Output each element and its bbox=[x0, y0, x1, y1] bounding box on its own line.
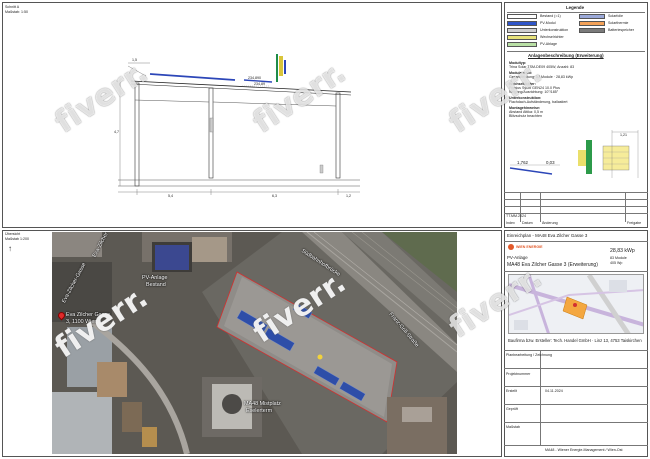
revision-code: TT.MM.2024 bbox=[506, 214, 526, 218]
map-label-pv-existing-2: Bestand bbox=[146, 282, 166, 288]
plan-info-3: Erstellt bbox=[506, 389, 517, 393]
detail-dim-a: 1,762 bbox=[517, 160, 528, 165]
aerial-map-drawing bbox=[52, 232, 457, 454]
title-block-header: Einreichplan - MA48 Eva Zilcher Gasse 3 bbox=[507, 233, 588, 238]
plan-info-4: Geprüft bbox=[506, 407, 518, 411]
plan-date: 04.11.2024 bbox=[545, 389, 563, 393]
installer-info: Baufirma bzw. Ersteller: Tech. Handel Gm… bbox=[508, 338, 642, 343]
overview-scale: Maßstab 1:200 bbox=[5, 237, 29, 241]
company-logo-icon bbox=[508, 244, 514, 250]
project-power: 28,83 kWp bbox=[610, 248, 635, 254]
overview-title: Übersicht bbox=[5, 232, 21, 236]
revision-footer-date: Datum bbox=[522, 221, 533, 225]
project-modules: 83 Module bbox=[610, 256, 627, 260]
aerial-map: Eva-Zilcher-Gasse Eva-Zilcher Südbahnhof… bbox=[52, 232, 457, 454]
plan-info-2: Projektnummer bbox=[506, 372, 531, 376]
north-arrow-icon: ↑ bbox=[8, 244, 12, 253]
project-line-1: PV-Anlage bbox=[507, 255, 528, 260]
title-block-footer: MA48 - Wiener Energie-Management / Wien-… bbox=[545, 448, 623, 452]
revision-footer-approval: Freigabe bbox=[627, 221, 642, 225]
plan-info-1: Planbearbeitung / Zeichnung bbox=[506, 353, 552, 357]
detail-dim-c: 1,21 bbox=[620, 133, 627, 137]
map-label-pv-existing-1: PV-Anlage bbox=[142, 275, 168, 281]
revision-footer-change: Änderung bbox=[542, 221, 558, 225]
detail-dim-b: 0,03 bbox=[546, 160, 555, 165]
map-label-building-1: MA48 Mistplatz bbox=[244, 401, 281, 407]
plan-info-5: Maßstab bbox=[506, 425, 520, 429]
company-name: WIEN ENERGIE bbox=[516, 245, 543, 249]
map-label-building-2: Eselerterm bbox=[246, 408, 273, 414]
project-module-power: 405 Wp bbox=[610, 261, 623, 265]
revision-footer-index: Index bbox=[506, 221, 515, 225]
